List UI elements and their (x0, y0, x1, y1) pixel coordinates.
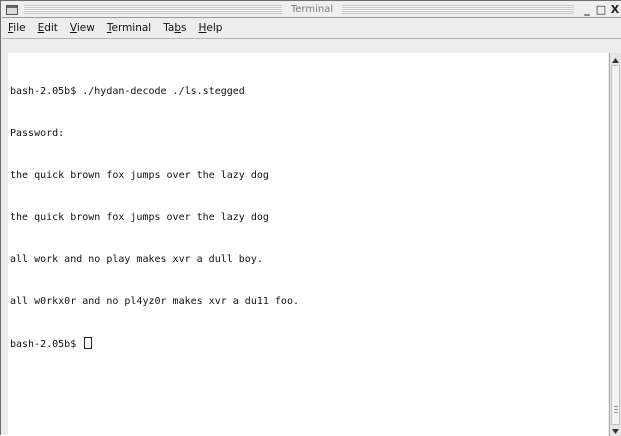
title-bar[interactable]: Terminal _ □ X (2, 2, 621, 18)
window-title: Terminal (290, 4, 334, 15)
scrollbar-thumb[interactable] (611, 65, 620, 425)
menu-bar: File Edit View Terminal Tabs Help (2, 18, 621, 39)
terminal-screen[interactable]: bash-2.05b$ ./hydan-decode ./ls.stegged … (8, 53, 608, 436)
terminal-line: the quick brown fox jumps over the lazy … (10, 170, 269, 181)
menu-file-label: ile (13, 22, 26, 34)
maximize-button[interactable]: □ (594, 2, 608, 17)
terminal-line: all w0rkx0r and no pl4yz0r makes xvr a d… (10, 296, 299, 307)
menu-view-label: iew (76, 22, 95, 34)
thumb-grip (614, 406, 618, 407)
thumb-grip (614, 412, 618, 413)
minimize-button[interactable]: _ (580, 2, 594, 17)
title-bar-stripes-right (342, 5, 574, 14)
menu-view-mnemonic: V (69, 22, 77, 34)
close-button[interactable]: X (608, 2, 621, 17)
terminal-line: bash-2.05b$ ./hydan-decode ./ls.stegged (10, 86, 245, 97)
menu-help[interactable]: Help (199, 22, 229, 34)
vertical-scrollbar[interactable] (609, 53, 621, 436)
terminal-prompt-line: bash-2.05b$ (10, 337, 299, 351)
menu-tabs-prefix: Ta (163, 22, 175, 34)
menu-tabs-label: s (181, 22, 187, 34)
menu-file[interactable]: File (8, 22, 32, 34)
menu-edit[interactable]: Edit (38, 22, 64, 34)
menu-terminal-label: erminal (111, 22, 152, 34)
menu-view[interactable]: View (70, 22, 101, 34)
terminal-output: bash-2.05b$ ./hydan-decode ./ls.stegged … (10, 57, 299, 379)
title-bar-stripes-left (24, 5, 282, 14)
terminal-line: the quick brown fox jumps over the lazy … (10, 212, 269, 223)
terminal-prompt: bash-2.05b$ (10, 339, 77, 350)
scroll-up-arrow-icon[interactable] (610, 55, 621, 65)
menu-help-label: elp (206, 22, 223, 34)
window-menu-icon[interactable] (4, 3, 20, 16)
terminal-window: Terminal _ □ X File Edit View Terminal T… (0, 0, 621, 436)
thumb-grip (614, 409, 618, 410)
terminal-line: all work and no play makes xvr a dull bo… (10, 254, 263, 265)
window-controls: _ □ X (580, 2, 621, 17)
terminal-line: Password: (10, 128, 65, 139)
toolbar-spacer (2, 39, 621, 52)
menu-terminal[interactable]: Terminal (107, 22, 157, 34)
text-cursor (84, 337, 93, 349)
menu-edit-label: dit (44, 22, 58, 34)
menu-tabs[interactable]: Tabs (163, 22, 192, 34)
